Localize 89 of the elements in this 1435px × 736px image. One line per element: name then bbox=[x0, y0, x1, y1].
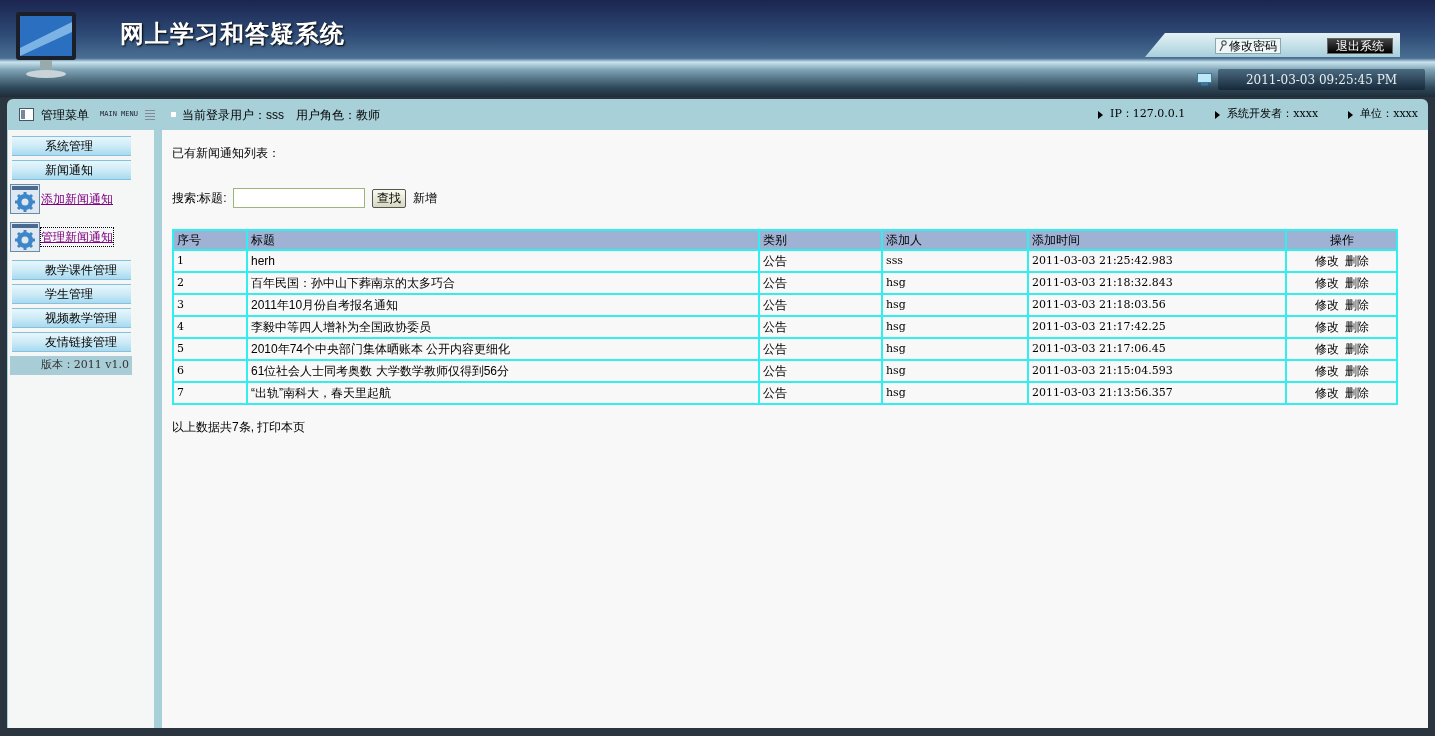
list-heading: 已有新闻通知列表： bbox=[172, 145, 281, 162]
grip-lines-icon bbox=[144, 108, 155, 121]
menu-title: 管理菜单 bbox=[41, 106, 89, 124]
action-link[interactable]: 删除 bbox=[1344, 318, 1369, 336]
action-link[interactable]: 修改 bbox=[1314, 296, 1339, 314]
arrow-right-icon bbox=[1348, 110, 1354, 119]
table-cell: 3 bbox=[173, 294, 247, 316]
action-link[interactable]: 删除 bbox=[1344, 384, 1369, 402]
current-user-info: 当前登录用户：sss 用户角色：教师 bbox=[181, 106, 380, 124]
table-cell: hsg bbox=[882, 360, 1028, 382]
change-password-button[interactable]: 修改密码 bbox=[1215, 38, 1281, 54]
table-cell: 2010年74个中央部门集体晒账本 公开内容更细化 bbox=[247, 338, 759, 360]
arrow-right-icon bbox=[1098, 110, 1104, 119]
table-cell: 2 bbox=[173, 272, 247, 294]
action-link[interactable]: 修改 bbox=[1314, 384, 1339, 402]
table-cell: 2011-03-03 21:25:42.983 bbox=[1028, 250, 1286, 272]
action-link[interactable]: 修改 bbox=[1314, 318, 1339, 336]
table-cell: 公告 bbox=[759, 316, 882, 338]
table-cell: 李毅中等四人增补为全国政协委员 bbox=[247, 316, 759, 338]
logout-button[interactable]: 退出系统 bbox=[1327, 38, 1393, 54]
monitor-icon bbox=[1197, 73, 1212, 86]
arrow-right-icon bbox=[1215, 110, 1221, 119]
table-cell: 公告 bbox=[759, 272, 882, 294]
action-link[interactable]: 修改 bbox=[1314, 274, 1339, 292]
table-cell: hsg bbox=[882, 294, 1028, 316]
table-cell: 1 bbox=[173, 250, 247, 272]
menu-group-item[interactable]: 视频教学管理 bbox=[12, 308, 131, 328]
table-cell: 百年民国：孙中山下葬南京的太多巧合 bbox=[247, 272, 759, 294]
menu-link[interactable]: 添加新闻通知 bbox=[41, 190, 113, 208]
table-cell: 5 bbox=[173, 338, 247, 360]
table-cell: herh bbox=[247, 250, 759, 272]
datetime-display: 2011-03-03 09:25:45 PM bbox=[1218, 69, 1425, 90]
table-cell: 4 bbox=[173, 316, 247, 338]
menu-group-item[interactable]: 系统管理 bbox=[12, 136, 131, 156]
table-cell: 2011-03-03 21:15:04.593 bbox=[1028, 360, 1286, 382]
table-cell: 61位社会人士同考奥数 大学数学教师仅得到56分 bbox=[247, 360, 759, 382]
menu-panel-icon bbox=[19, 108, 34, 121]
table-cell: hsg bbox=[882, 338, 1028, 360]
table-cell: hsg bbox=[882, 272, 1028, 294]
version-label: 版本：2011 v1.0 bbox=[10, 356, 132, 375]
app-title: 网上学习和答疑系统 bbox=[120, 18, 345, 50]
column-header: 类别 bbox=[759, 230, 882, 250]
menu-group-item[interactable]: 教学课件管理 bbox=[12, 260, 131, 280]
column-header: 添加人 bbox=[882, 230, 1028, 250]
table-cell: 公告 bbox=[759, 338, 882, 360]
table-cell: 公告 bbox=[759, 360, 882, 382]
column-header: 标题 bbox=[247, 230, 759, 250]
table-cell: 2011-03-03 21:18:32.843 bbox=[1028, 272, 1286, 294]
column-header: 添加时间 bbox=[1028, 230, 1286, 250]
action-link[interactable]: 删除 bbox=[1344, 362, 1369, 380]
info-item: 单位：xxxx bbox=[1360, 106, 1418, 123]
search-label: 搜索:标题: bbox=[172, 190, 227, 207]
info-item: IP：127.0.0.1 bbox=[1110, 106, 1186, 123]
table-cell: 2011-03-03 21:17:42.25 bbox=[1028, 316, 1286, 338]
gear-icon bbox=[10, 184, 40, 214]
action-link[interactable]: 删除 bbox=[1344, 252, 1369, 270]
record-count-text: 以上数据共7条, 打印本页 bbox=[172, 419, 307, 436]
search-field[interactable] bbox=[232, 188, 365, 208]
menu-group-item[interactable]: 友情链接管理 bbox=[12, 332, 131, 352]
action-link[interactable]: 删除 bbox=[1344, 340, 1369, 358]
bullet-icon bbox=[170, 112, 176, 117]
menu-group-item[interactable]: 学生管理 bbox=[12, 284, 131, 304]
table-cell: “出轨”南科大，春天里起航 bbox=[247, 382, 759, 404]
action-link[interactable]: 删除 bbox=[1344, 274, 1369, 292]
table-cell: 2011-03-03 21:13:56.357 bbox=[1028, 382, 1286, 404]
table-cell: 6 bbox=[173, 360, 247, 382]
menu-link[interactable]: 管理新闻通知 bbox=[41, 228, 113, 246]
table-cell: 2011-03-03 21:17:06.45 bbox=[1028, 338, 1286, 360]
table-cell: 公告 bbox=[759, 294, 882, 316]
info-item: 系统开发者：xxxx bbox=[1227, 106, 1319, 123]
action-link[interactable]: 删除 bbox=[1344, 296, 1369, 314]
add-link[interactable]: 新增 bbox=[412, 189, 437, 207]
action-link[interactable]: 修改 bbox=[1314, 362, 1339, 380]
column-header: 操作 bbox=[1286, 230, 1397, 250]
table-cell: 2011-03-03 21:18:03.56 bbox=[1028, 294, 1286, 316]
menu-group-item[interactable]: 新闻通知 bbox=[12, 160, 131, 180]
table-cell: hsg bbox=[882, 316, 1028, 338]
search-button[interactable]: 查找 bbox=[371, 188, 406, 208]
column-header: 序号 bbox=[173, 230, 247, 250]
action-link[interactable]: 修改 bbox=[1314, 340, 1339, 358]
table-cell: 7 bbox=[173, 382, 247, 404]
table-cell: sss bbox=[882, 250, 1028, 272]
key-icon bbox=[1219, 40, 1227, 52]
table-cell: 公告 bbox=[759, 382, 882, 404]
table-cell: 公告 bbox=[759, 250, 882, 272]
table-cell: hsg bbox=[882, 382, 1028, 404]
gear-icon bbox=[10, 222, 40, 252]
action-link[interactable]: 修改 bbox=[1314, 252, 1339, 270]
table-cell: 2011年10月份自考报名通知 bbox=[247, 294, 759, 316]
